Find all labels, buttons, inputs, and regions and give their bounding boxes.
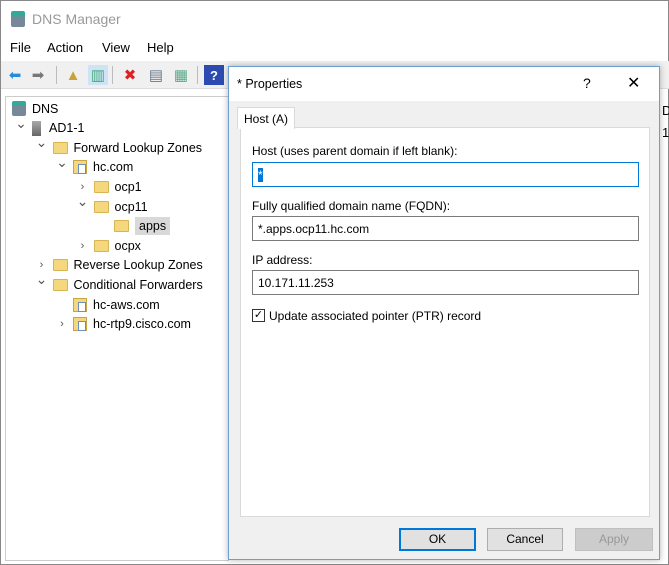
delete-icon[interactable]: ✖ xyxy=(120,65,140,85)
dialog-title-bar: * Properties ? ✕ xyxy=(229,67,659,101)
dialog-title: * Properties xyxy=(237,77,303,91)
zone-icon xyxy=(73,160,87,175)
folder-icon xyxy=(52,141,68,154)
menu-help[interactable]: Help xyxy=(147,40,174,55)
tree-item-label: hc-rtp9.cisco.com xyxy=(93,317,191,332)
toolbar-separator xyxy=(56,66,57,84)
chevron-down-icon[interactable]: ⌄ xyxy=(15,115,27,132)
tree-item-label: hc.com xyxy=(93,160,134,175)
apply-button[interactable]: Apply xyxy=(575,528,653,551)
forward-arrow-icon[interactable]: ➡ xyxy=(28,65,48,85)
chevron-down-icon[interactable]: ⌄ xyxy=(36,271,48,288)
menu-view[interactable]: View xyxy=(102,40,130,55)
folder-icon xyxy=(114,220,129,233)
chevron-right-icon[interactable]: › xyxy=(77,240,89,252)
show-hide-console-tree-icon[interactable]: ▥ xyxy=(88,65,108,85)
help-icon[interactable]: ? xyxy=(204,65,224,85)
chevron-down-icon[interactable]: ⌄ xyxy=(77,193,89,210)
tree-item[interactable]: apps xyxy=(114,217,171,236)
folder-icon xyxy=(52,278,68,291)
fqdn-label: Fully qualified domain name (FQDN): xyxy=(252,199,451,213)
tree-item-label: Reverse Lookup Zones xyxy=(73,258,203,273)
tree-item[interactable]: ⌄ Conditional Forwarders xyxy=(36,271,203,294)
ptr-label: Update associated pointer (PTR) record xyxy=(269,309,482,323)
menu-action[interactable]: Action xyxy=(47,40,83,55)
folder-icon xyxy=(93,239,109,252)
dns-manager-icon xyxy=(11,11,25,27)
tree-item-label: apps xyxy=(135,217,171,236)
ip-address-input[interactable]: 10.171.11.253 xyxy=(252,270,639,295)
zone-icon xyxy=(73,317,87,332)
chevron-right-icon[interactable]: › xyxy=(36,259,48,271)
tree-item[interactable]: › Reverse Lookup Zones xyxy=(40,256,203,275)
ptr-checkbox[interactable]: ✓ xyxy=(252,309,265,322)
folder-icon xyxy=(52,259,68,272)
tree-item[interactable]: ⌄ Forward Lookup Zones xyxy=(36,134,203,157)
tree-item[interactable]: hc-aws.com xyxy=(73,295,160,314)
help-button[interactable]: ? xyxy=(583,75,591,91)
menu-file[interactable]: File xyxy=(10,40,31,55)
back-arrow-icon[interactable]: ⬅ xyxy=(5,65,25,85)
tree-item-label: DNS xyxy=(32,101,59,116)
cancel-button[interactable]: Cancel xyxy=(487,528,563,551)
export-list-icon[interactable]: ▦ xyxy=(171,65,191,85)
tree-item[interactable]: › hc-rtp9.cisco.com xyxy=(60,315,191,334)
tree-item[interactable]: › ocp1 xyxy=(81,177,142,196)
close-button[interactable]: ✕ xyxy=(627,73,640,93)
tree-item-label: ocpx xyxy=(114,238,141,253)
chevron-down-icon[interactable]: ⌄ xyxy=(36,134,48,151)
ok-button[interactable]: OK xyxy=(399,528,476,551)
up-folder-icon[interactable]: ▲ xyxy=(63,65,83,85)
zone-icon xyxy=(73,297,87,312)
tree-item[interactable]: ⌄ hc.com xyxy=(56,154,134,177)
fqdn-input[interactable]: *.apps.ocp11.hc.com xyxy=(252,216,639,241)
toolbar-separator xyxy=(112,66,113,84)
chevron-right-icon[interactable]: › xyxy=(77,181,89,193)
tree-item-label: Conditional Forwarders xyxy=(73,277,203,292)
tree-item-label: AD1-1 xyxy=(49,121,85,136)
tree-item[interactable]: ⌄ ocp11 xyxy=(77,193,148,216)
chevron-down-icon[interactable]: ⌄ xyxy=(56,154,68,171)
host-input[interactable]: * xyxy=(252,162,639,187)
tab-host-a[interactable]: Host (A) xyxy=(237,107,295,129)
background-cell-text: 1 xyxy=(662,125,669,140)
console-tree: DNS ⌄ AD1-1 ⌄ Forward Lookup Zones ⌄ hc.com › oc… xyxy=(5,96,229,561)
folder-icon xyxy=(93,200,109,213)
tree-item-label: hc-aws.com xyxy=(93,297,160,312)
properties-icon[interactable]: ▤ xyxy=(146,65,166,85)
folder-icon xyxy=(93,180,109,193)
host-value: * xyxy=(258,168,263,182)
chevron-right-icon[interactable]: › xyxy=(56,318,68,330)
toolbar-separator xyxy=(197,66,198,84)
window-title: DNS Manager xyxy=(32,11,121,27)
host-label: Host (uses parent domain if left blank): xyxy=(252,144,458,158)
tree-item-label: ocp1 xyxy=(114,179,142,194)
tree-item-label: ocp11 xyxy=(114,199,148,214)
tree-item[interactable]: › ocpx xyxy=(81,236,141,255)
tree-item-label: Forward Lookup Zones xyxy=(73,140,203,155)
background-column-text: D xyxy=(662,103,669,118)
ip-address-label: IP address: xyxy=(252,253,313,267)
properties-dialog: * Properties ? ✕ Host (A) Host (uses par… xyxy=(228,66,660,560)
host-tab-panel: Host (uses parent domain if left blank):… xyxy=(240,127,650,517)
